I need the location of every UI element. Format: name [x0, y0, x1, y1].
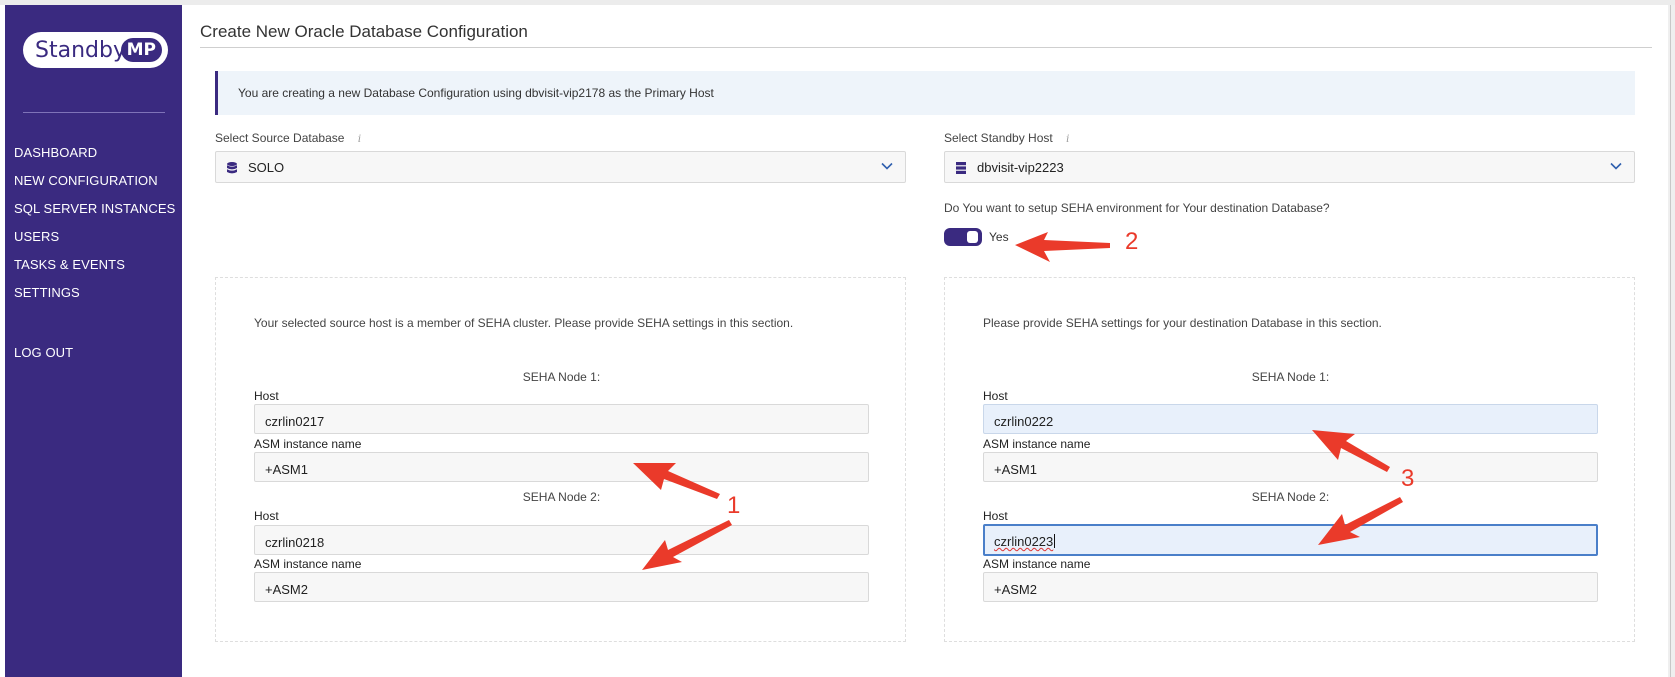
- annotation-arrow-3b: [1318, 497, 1403, 545]
- annotation-label-3: 3: [1401, 465, 1415, 492]
- annotation-label-1: 1: [727, 492, 741, 519]
- annotation-arrow-1b: [642, 520, 732, 570]
- annotation-arrow-3a: [1312, 430, 1390, 472]
- annotation-arrow-2: [1015, 232, 1110, 262]
- annotation-arrows: [633, 232, 1403, 570]
- annotation-arrow-1a: [633, 463, 720, 499]
- annotation-label-2: 2: [1125, 228, 1139, 255]
